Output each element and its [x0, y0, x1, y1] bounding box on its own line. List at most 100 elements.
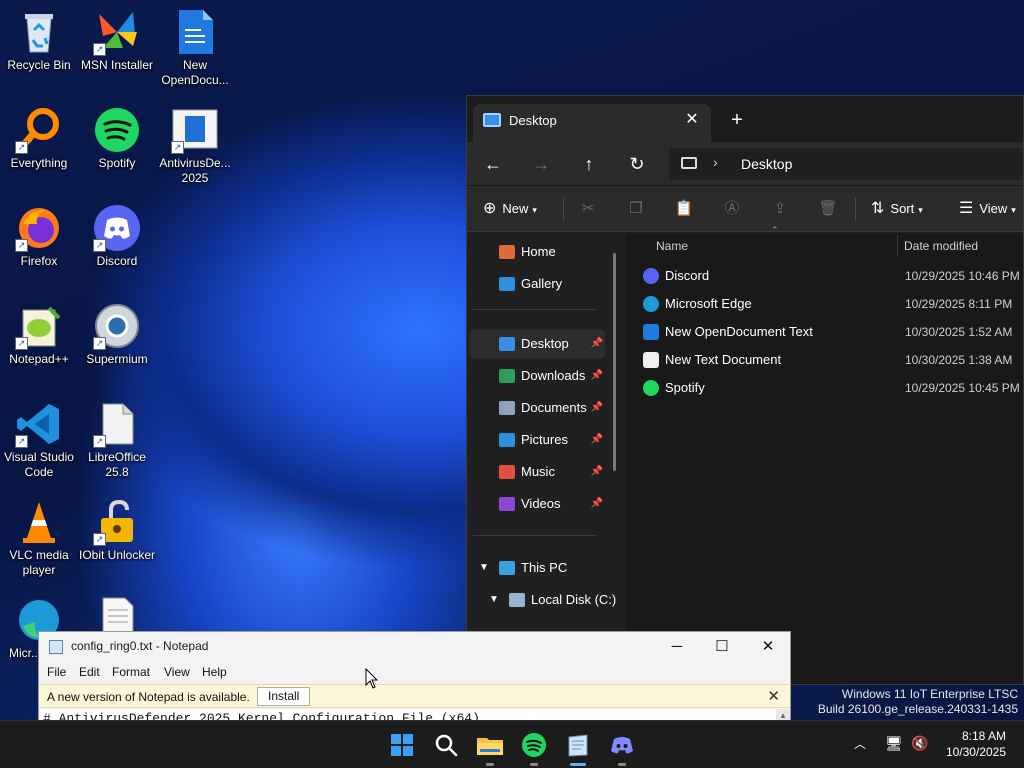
- close-button[interactable]: ✕: [754, 636, 782, 658]
- tab-title: Desktop: [509, 113, 557, 128]
- nav-scrollbar[interactable]: [613, 253, 616, 471]
- desktop-icon-recycle-bin[interactable]: Recycle Bin: [0, 8, 79, 73]
- menu-edit[interactable]: Edit: [79, 665, 100, 679]
- desktop-icon-everything[interactable]: ↗ Everything: [0, 106, 79, 171]
- taskbar-file-explorer[interactable]: [474, 729, 506, 761]
- chevron-down-icon[interactable]: ▼: [489, 586, 499, 614]
- chevron-down-icon[interactable]: ▼: [479, 554, 489, 582]
- desktop-icon-firefox[interactable]: ↗ Firefox: [0, 204, 79, 269]
- pin-icon[interactable]: 📌: [591, 394, 603, 422]
- edge-icon: [643, 296, 659, 312]
- column-name[interactable]: Name: [656, 239, 688, 253]
- column-date-modified[interactable]: Date modified: [904, 239, 978, 253]
- shortcut-arrow-icon: ↗: [15, 337, 28, 350]
- forward-arrow-icon[interactable]: →: [527, 152, 555, 176]
- window-title: config_ring0.txt - Notepad: [71, 639, 209, 653]
- refresh-icon[interactable]: ↻: [623, 152, 651, 176]
- rename-icon[interactable]: Ⓐ: [719, 196, 745, 222]
- maximize-button[interactable]: ☐: [708, 636, 736, 658]
- install-button[interactable]: Install: [257, 687, 311, 706]
- close-icon[interactable]: ✕: [767, 687, 780, 705]
- pin-icon[interactable]: 📌: [591, 362, 603, 390]
- notepad-icon: [568, 734, 588, 757]
- desktop-icon-new-opendocument[interactable]: New OpenDocu...: [155, 8, 235, 88]
- search-button[interactable]: [430, 729, 462, 761]
- file-row[interactable]: Discord 10/29/2025 10:46 PM: [639, 262, 1024, 290]
- chevron-up-icon[interactable]: ︿: [854, 735, 866, 752]
- nav-item-pictures[interactable]: Pictures 📌: [469, 426, 605, 454]
- nav-item-desktop[interactable]: Desktop 📌: [469, 330, 605, 358]
- nav-item-downloads[interactable]: Downloads 📌: [469, 362, 605, 390]
- running-indicator: [486, 763, 494, 766]
- nav-item-videos[interactable]: Videos 📌: [469, 490, 605, 518]
- tab-desktop[interactable]: Desktop ✕: [473, 104, 711, 142]
- menu-view[interactable]: View: [164, 665, 190, 679]
- magnifier-icon: ↗: [15, 106, 63, 154]
- desktop-icon-antivirusdefender[interactable]: ↗ AntivirusDe... 2025: [155, 106, 235, 186]
- desktop-icon-libreoffice[interactable]: ↗ LibreOffice 25.8: [77, 400, 157, 480]
- desktop-icon-discord[interactable]: ↗ Discord: [77, 204, 157, 269]
- up-arrow-icon[interactable]: ↑: [575, 152, 603, 176]
- file-row[interactable]: Microsoft Edge 10/29/2025 8:11 PM: [639, 290, 1024, 318]
- notepad-title-bar[interactable]: config_ring0.txt - Notepad ─ ☐ ✕: [39, 632, 790, 662]
- network-icon[interactable]: 🖥: [885, 735, 903, 752]
- file-date: 10/29/2025 8:11 PM: [905, 297, 1013, 311]
- file-row[interactable]: New Text Document 10/30/2025 1:38 AM: [639, 346, 1024, 374]
- file-name: Spotify: [665, 380, 705, 395]
- menu-help[interactable]: Help: [202, 665, 227, 679]
- desktop-icon-text-document[interactable]: [77, 596, 157, 632]
- delete-icon[interactable]: 🗑: [815, 196, 841, 222]
- column-divider[interactable]: [897, 235, 898, 257]
- start-button[interactable]: [386, 729, 418, 761]
- paste-icon[interactable]: 📋: [671, 196, 697, 222]
- volume-muted-icon[interactable]: 🔇: [911, 735, 928, 752]
- desktop-icon-iobit-unlocker[interactable]: ↗ IObit Unlocker: [77, 498, 157, 563]
- minimize-button[interactable]: ─: [663, 636, 691, 658]
- nav-item-home[interactable]: Home: [469, 238, 605, 266]
- breadcrumb[interactable]: Desktop: [741, 156, 792, 172]
- pin-icon[interactable]: 📌: [591, 330, 603, 358]
- desktop-icon-supermium[interactable]: ↗ Supermium: [77, 302, 157, 367]
- desktop-icon-label: MSN Installer: [80, 58, 154, 72]
- pin-icon[interactable]: 📌: [591, 458, 603, 486]
- desktop-icon-label: New OpenDocu...: [161, 58, 229, 87]
- taskbar-discord[interactable]: [606, 729, 638, 761]
- desktop-icon-spotify[interactable]: Spotify: [77, 106, 157, 171]
- taskbar-notepad[interactable]: [562, 729, 594, 761]
- file-row[interactable]: Spotify 10/29/2025 10:45 PM: [639, 374, 1024, 402]
- nav-item-gallery[interactable]: Gallery: [469, 270, 605, 298]
- taskbar-spotify[interactable]: [518, 729, 550, 761]
- sort-button-label: Sort: [890, 201, 915, 216]
- libreoffice-icon: ↗: [93, 400, 141, 448]
- pin-icon[interactable]: 📌: [591, 426, 603, 454]
- share-icon[interactable]: ⇪: [767, 196, 793, 222]
- copy-icon[interactable]: ❐: [623, 196, 649, 222]
- nav-item-documents[interactable]: Documents 📌: [469, 394, 605, 422]
- new-tab-button[interactable]: +: [725, 108, 749, 132]
- nav-item-local-disk[interactable]: ▼ Local Disk (C:): [469, 586, 619, 614]
- menu-file[interactable]: File: [47, 665, 66, 679]
- desktop-icon-label: Visual Studio Code: [4, 450, 74, 479]
- address-field[interactable]: › Desktop: [669, 148, 1023, 180]
- desktop-icon-vlc[interactable]: VLC media player: [0, 498, 79, 578]
- scroll-up-icon[interactable]: ▲: [779, 711, 787, 720]
- menu-format[interactable]: Format: [112, 665, 150, 679]
- pin-icon[interactable]: 📌: [591, 490, 603, 518]
- clock[interactable]: 8:18 AM 10/30/2025: [946, 728, 1006, 760]
- notepad-icon: [49, 640, 63, 654]
- desktop-icon-vscode[interactable]: ↗ Visual Studio Code: [0, 400, 79, 480]
- cut-icon[interactable]: ✂: [575, 196, 601, 222]
- nav-item-this-pc[interactable]: ▼ This PC: [469, 554, 605, 582]
- file-row[interactable]: New OpenDocument Text 10/30/2025 1:52 AM: [639, 318, 1024, 346]
- desktop-icon-msn-installer[interactable]: ↗ MSN Installer: [77, 8, 157, 73]
- desktop-icon-notepadpp[interactable]: ↗ Notepad++: [0, 302, 79, 367]
- text-document-icon: [93, 596, 141, 632]
- back-arrow-icon[interactable]: ←: [479, 152, 507, 176]
- desktop-icon-label: Spotify: [98, 156, 136, 170]
- music-icon: [499, 465, 515, 479]
- view-button[interactable]: ☰ View ▾: [959, 196, 1016, 222]
- sort-button[interactable]: ⇅ Sort ▾: [871, 196, 923, 222]
- close-tab-button[interactable]: ✕: [681, 109, 703, 131]
- nav-item-music[interactable]: Music 📌: [469, 458, 605, 486]
- new-button[interactable]: ⊕ New ▾: [483, 196, 537, 222]
